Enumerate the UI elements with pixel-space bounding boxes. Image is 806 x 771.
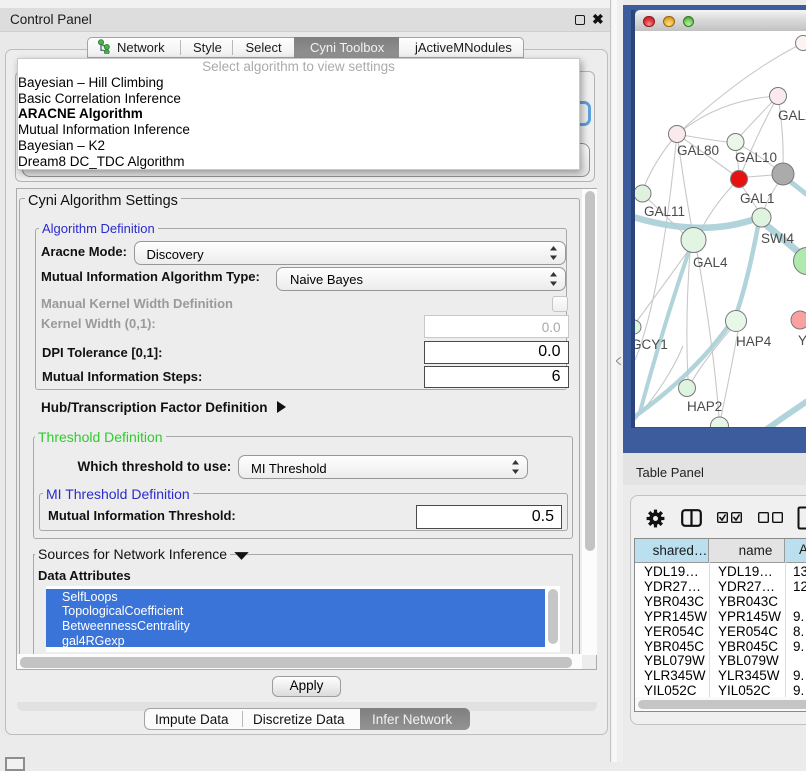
svg-text:GCY1: GCY1 (635, 337, 668, 352)
svg-text:GAL1: GAL1 (740, 191, 775, 206)
svg-text:GAL11: GAL11 (644, 204, 685, 219)
svg-text:SWI4: SWI4 (761, 231, 794, 246)
svg-text:GAL4: GAL4 (693, 255, 728, 270)
svg-text:GAL2: GAL2 (778, 108, 806, 123)
svg-text:HAP2: HAP2 (687, 399, 722, 414)
svg-text:GAL10: GAL10 (735, 150, 777, 165)
svg-text:HAP4: HAP4 (736, 334, 772, 349)
svg-text:GAL80: GAL80 (677, 143, 719, 158)
svg-text:YJL: YJL (798, 333, 806, 348)
